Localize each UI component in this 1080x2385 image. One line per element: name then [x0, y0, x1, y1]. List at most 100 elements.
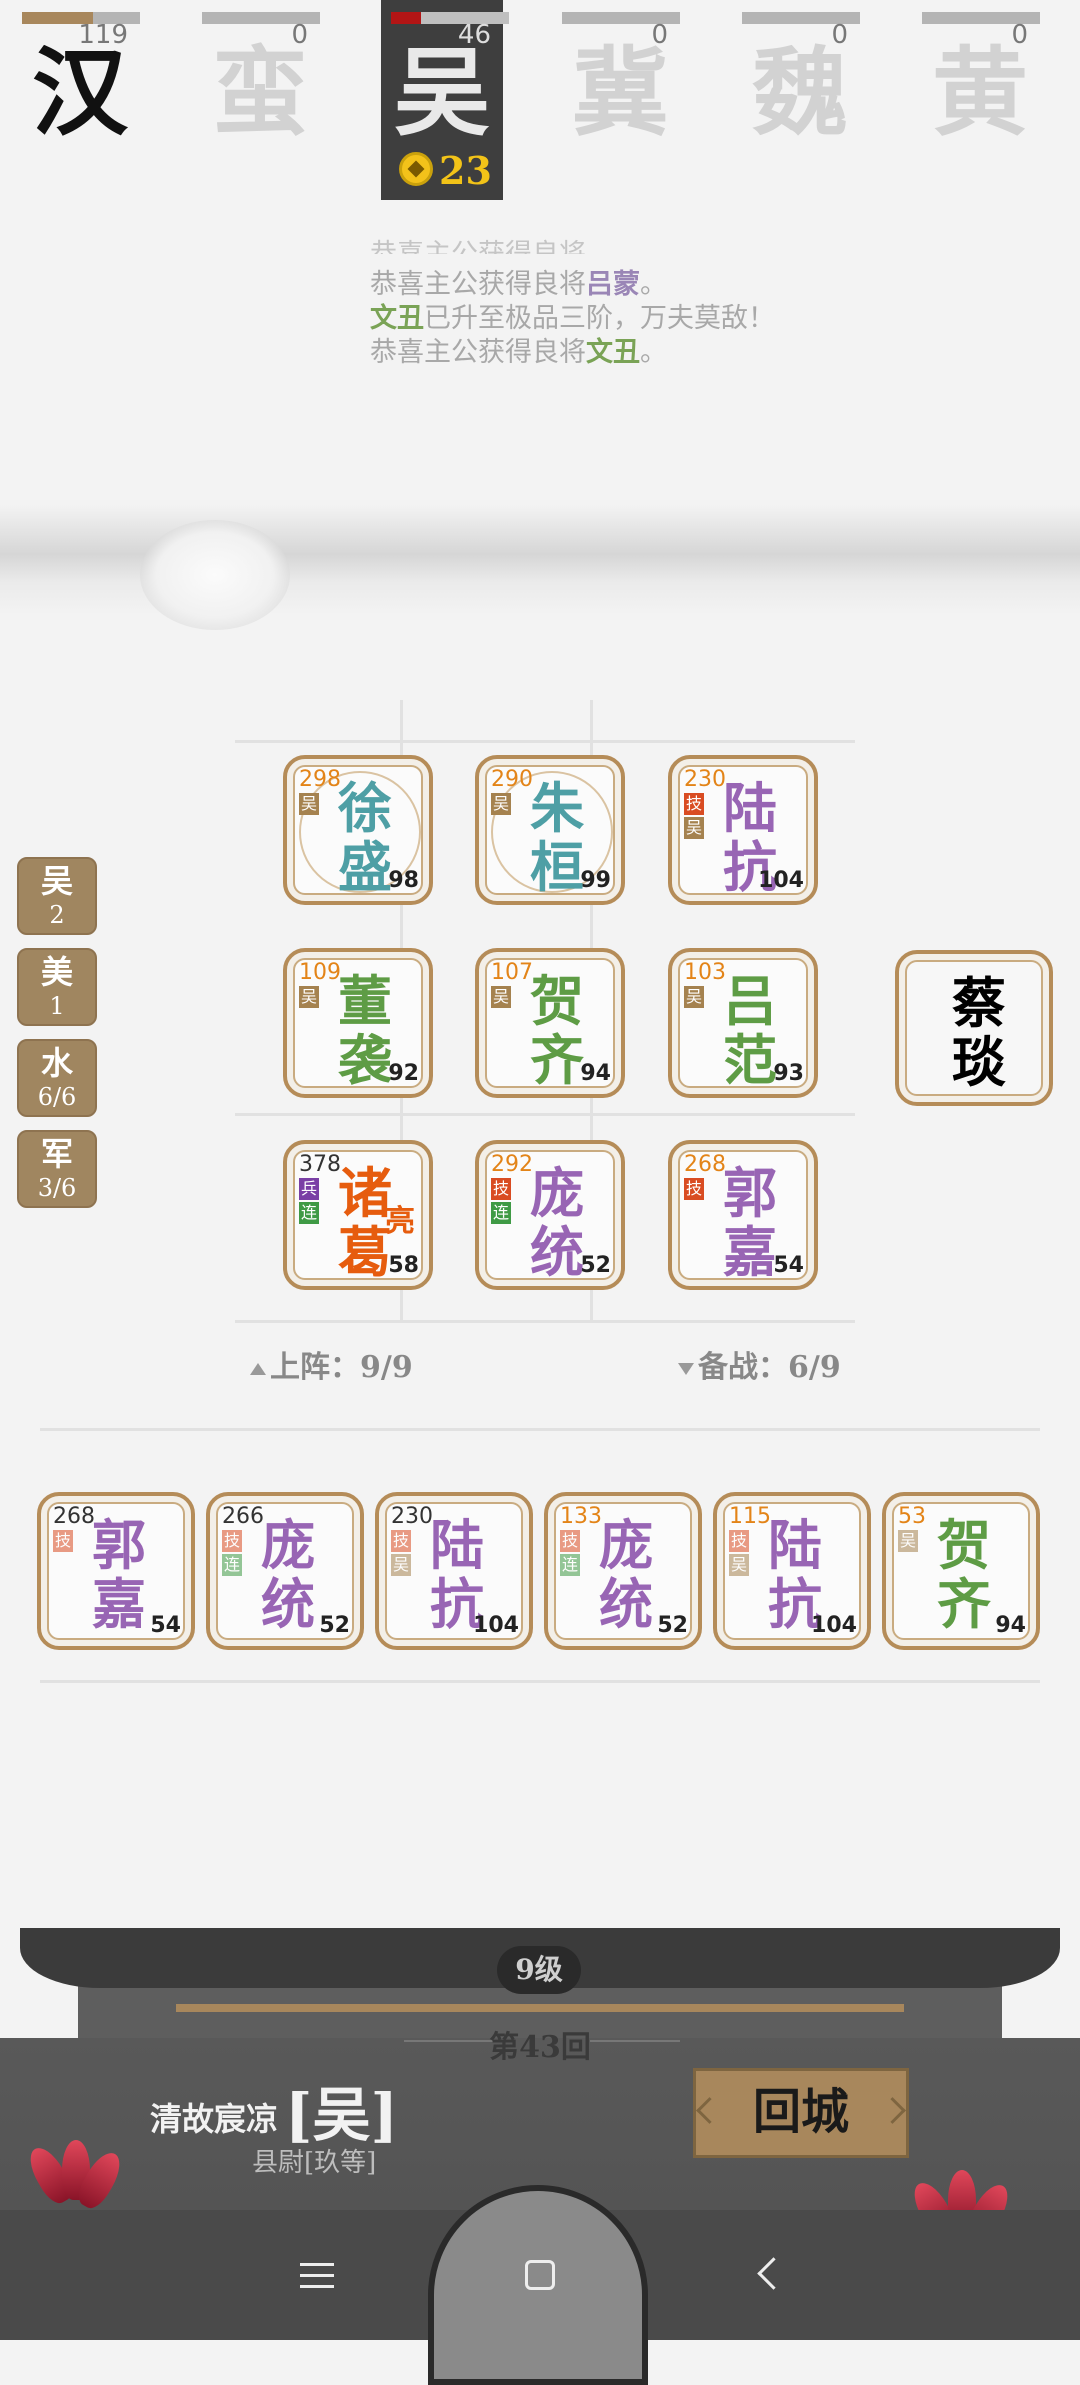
- hero-badges: 兵连: [299, 1178, 319, 1226]
- grid-line: [40, 1428, 1040, 1431]
- hero-badge: 技: [684, 1178, 704, 1200]
- hero-level: 98: [388, 868, 419, 893]
- menu-icon[interactable]: [300, 2263, 334, 2289]
- hero-level: 52: [657, 1613, 688, 1638]
- moon-decoration: [140, 520, 290, 630]
- hero-tile[interactable]: 290 吴朱桓 99: [475, 755, 625, 905]
- hero-badge: 吴: [491, 793, 511, 815]
- hero-tile[interactable]: 266 技连庞统 52: [206, 1492, 364, 1650]
- hero-badges: 吴: [299, 793, 319, 817]
- hero-badges: 技吴: [391, 1530, 411, 1578]
- hero-badge: 技: [729, 1530, 749, 1552]
- kingdom-name: 蛮: [212, 36, 308, 149]
- kingdom-progress-bar: [391, 12, 509, 24]
- triangle-up-icon: [250, 1363, 266, 1375]
- hero-level: 52: [580, 1253, 611, 1278]
- message-log-faded: 恭喜主公获得良将: [370, 232, 586, 254]
- hero-level: 52: [319, 1613, 350, 1638]
- hero-level: 104: [473, 1613, 519, 1638]
- tag-label: 军: [40, 1135, 73, 1173]
- tag-value: 3/6: [37, 1174, 77, 1202]
- hero-level: 58: [388, 1253, 419, 1278]
- deploy-count: 上阵：9/9: [250, 1342, 413, 1386]
- hero-tile[interactable]: 115 技吴陆抗 104: [713, 1492, 871, 1650]
- grid-line: [235, 1320, 855, 1323]
- kingdom-3[interactable]: 0冀: [540, 0, 680, 200]
- hero-badges: 技: [53, 1530, 73, 1554]
- kingdom-name: 黄: [932, 36, 1028, 149]
- home-icon[interactable]: [525, 2260, 555, 2290]
- gold-amount: 23: [439, 148, 492, 193]
- hero-badge: 技: [53, 1530, 73, 1552]
- hero-level: 104: [811, 1613, 857, 1638]
- right-arrow-icon: [879, 2097, 906, 2124]
- triangle-down-icon: [678, 1363, 694, 1375]
- side-tag-3[interactable]: 军 3/6: [17, 1130, 97, 1208]
- hero-tile[interactable]: 378 兵连诸葛亮 58: [283, 1140, 433, 1290]
- kingdom-name: 魏: [752, 36, 848, 149]
- hero-badge: 连: [299, 1202, 319, 1224]
- player-kingdom: [吴]: [285, 2081, 398, 2149]
- level-badge: 9级: [497, 1946, 581, 1994]
- hero-badges: 吴: [299, 986, 319, 1010]
- kingdom-0[interactable]: 119 汉: [0, 0, 140, 200]
- hero-badges: 技连: [491, 1178, 511, 1226]
- hero-tile[interactable]: 230 技吴陆抗 104: [375, 1492, 533, 1650]
- hero-tile[interactable]: 103 吴吕范 93: [668, 948, 818, 1098]
- hero-tile[interactable]: 298 吴徐盛 98: [283, 755, 433, 905]
- hero-tile[interactable]: 292 技连庞统 52: [475, 1140, 625, 1290]
- hero-tile[interactable]: 268 技郭嘉 54: [668, 1140, 818, 1290]
- kingdom-5[interactable]: 0黄: [900, 0, 1040, 200]
- side-tag-1[interactable]: 美1: [17, 948, 97, 1026]
- tag-label: 水: [40, 1044, 73, 1082]
- hero-badge: 吴: [391, 1554, 411, 1576]
- kingdom-bar: 119 汉 0 蛮 46 吴 23 0 冀 0 魏 0 黄: [0, 0, 1080, 205]
- tag-label: 美: [40, 953, 73, 991]
- kingdom-4[interactable]: 0魏: [720, 0, 860, 200]
- grid-line: [235, 1113, 855, 1116]
- hero-tile[interactable]: 107 吴贺齐 94: [475, 948, 625, 1098]
- player-rank: 县尉[玖等]: [252, 2148, 377, 2178]
- hero-tile[interactable]: 53 吴贺齐 94: [882, 1492, 1040, 1650]
- grid-line: [40, 1680, 1040, 1683]
- hero-badge: 连: [491, 1202, 511, 1224]
- grid-line: [235, 740, 855, 743]
- hero-tile[interactable]: 268 技郭嘉 54: [37, 1492, 195, 1650]
- hero-badges: 技连: [222, 1530, 242, 1578]
- hero-level: 94: [580, 1061, 611, 1086]
- hero-level: 93: [773, 1061, 804, 1086]
- hero-level: 104: [758, 868, 804, 893]
- reserve-count: 备战：6/9: [678, 1342, 841, 1386]
- hero-name: 蔡琰: [952, 971, 1006, 1094]
- hero-badge: 吴: [729, 1554, 749, 1576]
- hero-tile[interactable]: 109 吴董袭 92: [283, 948, 433, 1098]
- hero-name: 庞统: [599, 1513, 653, 1636]
- hero-name: 庞统: [261, 1513, 315, 1636]
- kingdom-2[interactable]: 46 吴 23: [381, 0, 509, 200]
- hero-badge: 连: [560, 1554, 580, 1576]
- side-tag-2[interactable]: 水 6/6: [17, 1039, 97, 1117]
- tag-value: 1: [49, 992, 65, 1020]
- hero-name: 郭嘉: [92, 1513, 146, 1636]
- hero-badges: 技连: [560, 1530, 580, 1578]
- hero-level: 99: [580, 868, 611, 893]
- return-city-button[interactable]: 回城: [693, 2068, 909, 2158]
- gold-coin-icon: [399, 152, 433, 186]
- kingdom-1[interactable]: 0蛮: [180, 0, 320, 200]
- kingdom-name: 吴: [394, 36, 490, 149]
- hero-badge: 技: [684, 793, 704, 815]
- hero-extra-char: 亮: [385, 1204, 415, 1239]
- round-label: 第43回: [489, 2030, 591, 2065]
- hero-tile[interactable]: 230 技吴陆抗 104: [668, 755, 818, 905]
- hero-badge: 兵: [299, 1178, 319, 1200]
- tag-value: 2: [49, 901, 65, 929]
- hero-tile[interactable]: 133 技连庞统 52: [544, 1492, 702, 1650]
- hero-badge: 技: [391, 1530, 411, 1552]
- hero-badge: 技: [222, 1530, 242, 1552]
- side-tag-0[interactable]: 吴2: [17, 857, 97, 935]
- kingdom-name: 冀: [572, 36, 668, 149]
- hero-power: 53: [898, 1504, 926, 1529]
- hero-badges: 技吴: [729, 1530, 749, 1578]
- standalone-hero-tile[interactable]: 蔡琰: [895, 950, 1053, 1106]
- hero-level: 54: [773, 1253, 804, 1278]
